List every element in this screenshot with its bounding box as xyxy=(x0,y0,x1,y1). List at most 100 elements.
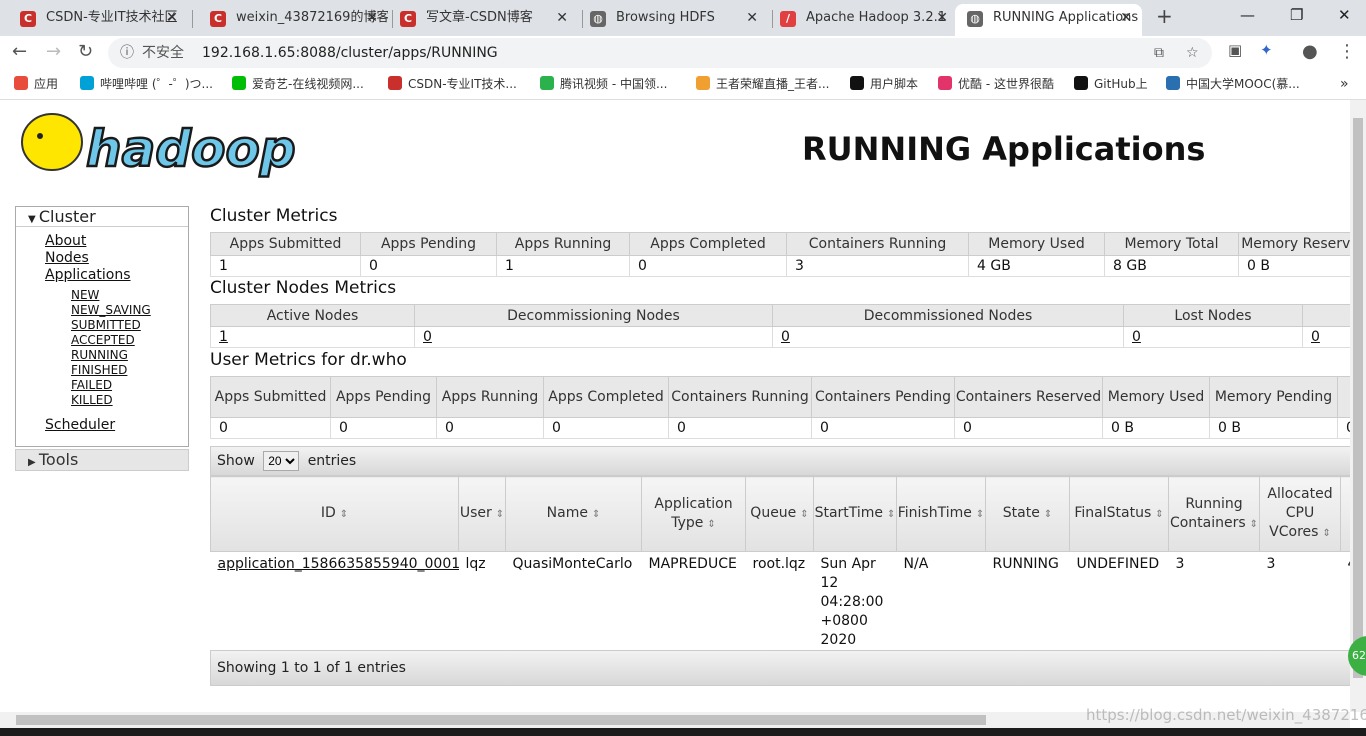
address-bar[interactable]: ⓘ 不安全 192.168.1.65:8088/cluster/apps/RUN… xyxy=(108,38,1212,68)
sidebar-link-accepted[interactable]: ACCEPTED xyxy=(71,333,135,347)
column-header[interactable]: StartTime ⇕ xyxy=(813,476,897,552)
sidebar-link-submitted[interactable]: SUBMITTED xyxy=(71,318,141,332)
vertical-scrollbar[interactable] xyxy=(1350,100,1366,712)
column-header[interactable]: FinishTime ⇕ xyxy=(896,476,986,552)
csdn-icon: C xyxy=(210,11,226,27)
sidebar-link-new_saving[interactable]: NEW_SAVING xyxy=(71,303,151,317)
column-header-label: ID xyxy=(320,505,336,521)
sort-icon[interactable]: ⇕ xyxy=(887,509,895,520)
cluster_nodes_metrics-header: Decommissioned Nodes xyxy=(772,304,1124,327)
sidebar-link-killed[interactable]: KILLED xyxy=(71,393,113,407)
column-header[interactable]: State ⇕ xyxy=(985,476,1070,552)
column-header[interactable]: User ⇕ xyxy=(458,476,506,552)
tab-1[interactable]: Cweixin_43872169的博客 ✕ xyxy=(198,4,388,36)
info-icon[interactable]: ⓘ xyxy=(120,38,134,68)
bookmark-3[interactable]: CSDN-专业IT技术... xyxy=(388,70,517,98)
cluster_nodes_metrics-value-link[interactable]: 0 xyxy=(781,329,790,345)
tab-4[interactable]: / Apache Hadoop 3.2.1 ✕ xyxy=(768,4,958,36)
user_metrics-value: 0 xyxy=(668,417,812,439)
sort-icon[interactable]: ⇕ xyxy=(1044,509,1052,520)
bookmark-0[interactable]: 应用 xyxy=(14,70,58,98)
tools-section-header[interactable]: ▶ Tools xyxy=(15,449,189,471)
sort-icon[interactable]: ⇕ xyxy=(340,509,348,520)
bookmark-5[interactable]: 王者荣耀直播_王者... xyxy=(696,70,829,98)
sort-icon[interactable]: ⇕ xyxy=(707,519,715,530)
new-tab-button[interactable]: + xyxy=(1156,4,1173,28)
sidebar-link-nodes[interactable]: Nodes xyxy=(45,250,89,266)
bookmark-9[interactable]: 中国大学MOOC(慕... xyxy=(1166,70,1300,98)
bookmark-8[interactable]: GitHub上 xyxy=(1074,70,1148,98)
maximize-button[interactable]: ❐ xyxy=(1290,6,1303,24)
sort-icon[interactable]: ⇕ xyxy=(1322,528,1330,539)
profile-icon[interactable]: ● xyxy=(1302,41,1318,62)
column-header[interactable]: ID ⇕ xyxy=(210,476,459,552)
cluster_nodes_metrics-value-link[interactable]: 1 xyxy=(219,329,228,345)
sort-icon[interactable]: ⇕ xyxy=(1250,519,1258,530)
column-header[interactable]: Running Containers ⇕ xyxy=(1168,476,1260,552)
translate-icon[interactable]: ⧉ xyxy=(1154,38,1164,68)
close-tab-icon[interactable]: ✕ xyxy=(1120,4,1132,32)
tab-0[interactable]: C CSDN-专业IT技术社区 ✕ xyxy=(8,4,188,36)
bookmark-label: GitHub上 xyxy=(1094,77,1148,91)
sidebar-link-new[interactable]: NEW xyxy=(71,288,99,302)
hadoop-icon: / xyxy=(780,11,796,27)
user_metrics-value: 0 xyxy=(954,417,1103,439)
cluster_nodes_metrics-value-link[interactable]: 0 xyxy=(1132,329,1141,345)
user_metrics-value: 0 xyxy=(330,417,437,439)
sort-icon[interactable]: ⇕ xyxy=(496,509,504,520)
menu-icon[interactable]: ⋮ xyxy=(1338,41,1356,62)
application-id-link[interactable]: application_1586635855940_0001 xyxy=(218,556,459,572)
cluster_nodes_metrics-header: Lost Nodes xyxy=(1123,304,1303,327)
column-header[interactable]: FinalStatus ⇕ xyxy=(1069,476,1169,552)
sidebar-link-scheduler[interactable]: Scheduler xyxy=(45,417,115,433)
cluster_nodes_metrics-value-link[interactable]: 0 xyxy=(423,329,432,345)
sidebar-link-running[interactable]: RUNNING xyxy=(71,348,128,362)
table-cell: 3 xyxy=(1168,551,1260,651)
close-tab-icon[interactable]: ✕ xyxy=(166,4,178,32)
bookmark-6[interactable]: 用户脚本 xyxy=(850,70,918,98)
star-icon[interactable]: ☆ xyxy=(1186,38,1199,68)
sidebar-link-finished[interactable]: FINISHED xyxy=(71,363,127,377)
tab-5[interactable]: ◍ RUNNING Applications ✕ xyxy=(955,4,1142,36)
entries-select[interactable]: 20 xyxy=(263,451,300,471)
sort-icon[interactable]: ⇕ xyxy=(800,509,808,520)
column-header[interactable]: Allocated CPU VCores ⇕ xyxy=(1259,476,1341,552)
sidebar-link-applications[interactable]: Applications xyxy=(45,267,131,283)
bookmarks-bar: 应用 哔哩哔哩 (゜-゜)つ... 爱奇艺-在线视频网... CSDN-专业IT技术.… xyxy=(0,70,1366,100)
cluster_nodes_metrics-value-link[interactable]: 0 xyxy=(1311,329,1320,345)
close-window-button[interactable]: ✕ xyxy=(1338,6,1351,24)
back-icon[interactable]: ← xyxy=(12,41,27,62)
bookmark-icon xyxy=(938,76,952,90)
cluster_metrics-header: Apps Running xyxy=(496,232,630,256)
bookmark-4[interactable]: 腾讯视频 - 中国领... xyxy=(540,70,667,98)
cluster_metrics-header: Apps Completed xyxy=(629,232,787,256)
close-tab-icon[interactable]: ✕ xyxy=(366,4,378,32)
close-tab-icon[interactable]: ✕ xyxy=(746,4,758,32)
bookmark-label: CSDN-专业IT技术... xyxy=(408,77,517,91)
close-tab-icon[interactable]: ✕ xyxy=(556,4,568,32)
forward-icon[interactable]: → xyxy=(46,41,61,62)
bookmark-2[interactable]: 爱奇艺-在线视频网... xyxy=(232,70,364,98)
sort-icon[interactable]: ⇕ xyxy=(976,509,984,520)
sort-icon[interactable]: ⇕ xyxy=(1155,509,1163,520)
sidebar-link-failed[interactable]: FAILED xyxy=(71,378,112,392)
reload-icon[interactable]: ↻ xyxy=(78,41,93,62)
tab-2[interactable]: C 写文章-CSDN博客 ✕ xyxy=(388,4,578,36)
column-header[interactable] xyxy=(1340,476,1350,552)
bookmark-7[interactable]: 优酷 - 这世界很酷 xyxy=(938,70,1054,98)
more-bookmarks-icon[interactable]: » xyxy=(1340,70,1349,98)
sidebar-link-about[interactable]: About xyxy=(45,233,86,249)
tab-3[interactable]: ◍ Browsing HDFS ✕ xyxy=(578,4,768,36)
url-text[interactable]: 192.168.1.65:8088/cluster/apps/RUNNING xyxy=(202,38,498,68)
sort-icon[interactable]: ⇕ xyxy=(592,509,600,520)
bookmark-1[interactable]: 哔哩哔哩 (゜-゜)つ... xyxy=(80,70,213,98)
close-tab-icon[interactable]: ✕ xyxy=(936,4,948,32)
column-header[interactable]: Queue ⇕ xyxy=(745,476,814,552)
column-header[interactable]: Name ⇕ xyxy=(505,476,642,552)
user_metrics-header xyxy=(1337,376,1350,418)
minimize-button[interactable]: — xyxy=(1240,6,1255,24)
extension-icon[interactable]: ✦ xyxy=(1260,41,1273,59)
column-header[interactable]: Application Type ⇕ xyxy=(641,476,746,552)
extension-icon[interactable]: ▣ xyxy=(1228,41,1242,59)
cluster-section-header[interactable]: ▼ Cluster xyxy=(16,207,188,227)
